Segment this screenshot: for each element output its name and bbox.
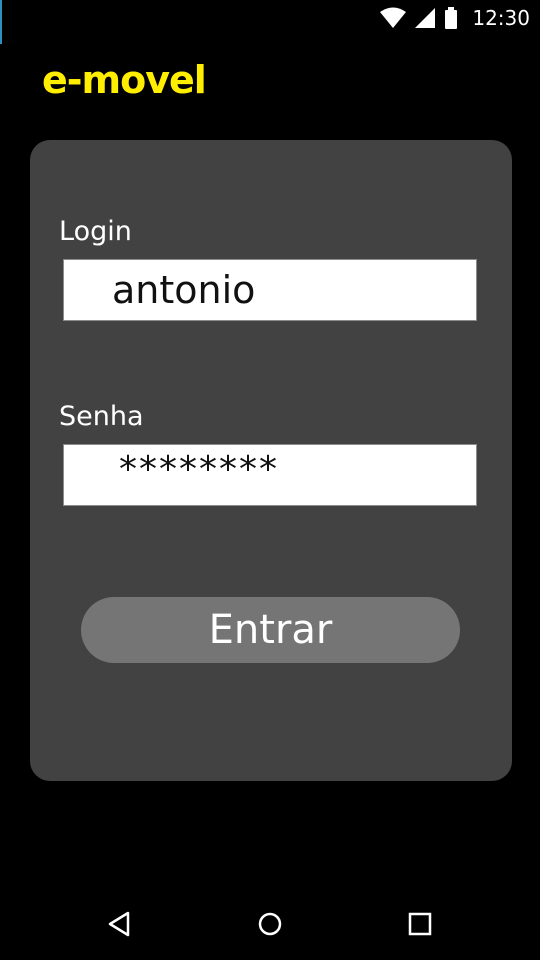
- status-icons: 12:30: [380, 4, 530, 32]
- status-edge: [0, 0, 2, 44]
- enter-button[interactable]: Entrar: [81, 597, 460, 663]
- status-bar: 12:30: [0, 0, 540, 44]
- back-icon[interactable]: [104, 908, 136, 940]
- password-input[interactable]: ********: [63, 444, 477, 506]
- home-icon[interactable]: [254, 908, 286, 940]
- app-title: e-movel: [42, 58, 207, 102]
- login-input[interactable]: antonio: [63, 259, 477, 321]
- login-input-value: antonio: [112, 268, 256, 312]
- status-clock: 12:30: [472, 6, 530, 30]
- password-input-value: ********: [119, 449, 279, 490]
- password-label: Senha: [59, 401, 144, 432]
- navigation-bar: [0, 886, 540, 960]
- recents-icon[interactable]: [404, 908, 436, 940]
- battery-icon: [444, 7, 458, 29]
- login-label: Login: [59, 216, 132, 247]
- signal-icon: [414, 7, 436, 29]
- login-card: Login antonio Senha ******** Entrar: [30, 140, 512, 781]
- wifi-icon: [380, 7, 407, 29]
